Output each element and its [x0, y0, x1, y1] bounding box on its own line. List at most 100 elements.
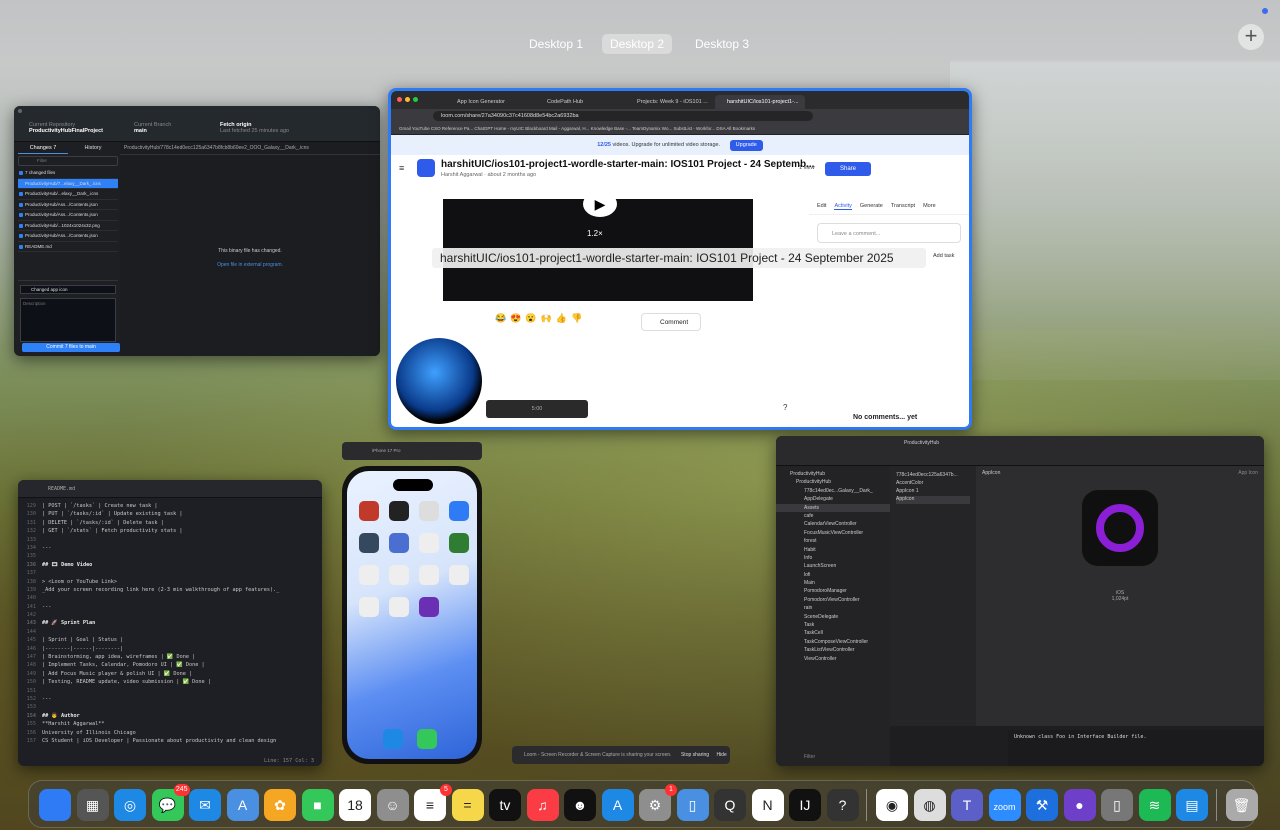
branch-selector[interactable]: main: [134, 128, 147, 134]
code-line[interactable]: 142: [18, 611, 322, 619]
code-line[interactable]: 130 | PUT | `/tasks/:id` | Update existin…: [18, 510, 322, 518]
mail-icon[interactable]: ✉: [189, 789, 221, 821]
github-desktop-window[interactable]: Current Repository ProductivityHubFinalP…: [14, 106, 380, 356]
zoom-icon[interactable]: zoom: [988, 789, 1021, 821]
facetime-icon[interactable]: ■: [301, 789, 334, 821]
spotify-icon[interactable]: ≋: [1138, 789, 1171, 821]
app-icon[interactable]: [419, 565, 439, 585]
loom-camera-bubble[interactable]: [396, 338, 482, 424]
chrome-icon[interactable]: ◉: [876, 789, 908, 821]
code-line[interactable]: 132 | GET | `/stats` | Fetch productivity…: [18, 527, 322, 535]
code-line[interactable]: 147 | Brainstorming, app idea, wireframes…: [18, 653, 322, 661]
stop-sharing-button[interactable]: Stop sharing: [681, 752, 709, 758]
asset-item[interactable]: AppIcon 1: [896, 488, 970, 496]
file-item[interactable]: README.md: [18, 242, 118, 252]
navigator-item[interactable]: forest: [776, 537, 890, 545]
safari-dock-icon[interactable]: [383, 729, 403, 749]
qr-icon[interactable]: Q: [714, 789, 746, 821]
file-item[interactable]: ProductivityHub/...elaxy__Dark_.icns: [18, 189, 118, 200]
safari-icon[interactable]: ◎: [114, 789, 146, 821]
code-line[interactable]: 146 |--------|------|--------|: [18, 645, 322, 653]
file-item[interactable]: ProductivityHub/Ass.../Contents.json: [18, 200, 118, 210]
navigator-item[interactable]: ProductivityHub: [776, 478, 890, 486]
app-icon-preview[interactable]: [1082, 490, 1158, 566]
code-line[interactable]: 141 ---: [18, 603, 322, 611]
code-line[interactable]: 148 | Implement Tasks, Calendar, Pomodoro…: [18, 661, 322, 669]
github-icon[interactable]: ●: [1063, 789, 1096, 821]
add-task-button[interactable]: Add task: [933, 253, 954, 259]
comment-button[interactable]: Comment: [641, 313, 701, 331]
navigator-item[interactable]: FocusMusicViewController: [776, 529, 890, 537]
productivityhub-app-icon[interactable]: [419, 597, 439, 617]
navigator-item[interactable]: PomodoroViewController: [776, 596, 890, 604]
app-icon[interactable]: [389, 565, 409, 585]
asset-item[interactable]: 778c14ed0ecc125a6347b...: [896, 472, 970, 480]
notes-icon[interactable]: =: [451, 789, 484, 821]
navigator-item[interactable]: Main: [776, 579, 890, 587]
code-line[interactable]: 135: [18, 552, 322, 560]
desktop-2-tab[interactable]: Desktop 2: [602, 34, 673, 54]
code-line[interactable]: 149 | Add Focus Music player & polish UI …: [18, 670, 322, 678]
project-navigator[interactable]: ProductivityHub ProductivityHub 778c14ed0e…: [776, 466, 890, 766]
code-line[interactable]: 139 _Add your screen recording link here …: [18, 586, 322, 594]
bookmarks-bar[interactable]: Gmail YouTube CSO Reference Pa... ChatGP…: [391, 123, 969, 135]
loom-recording-controls[interactable]: 5:00: [486, 400, 588, 418]
changed-count[interactable]: 7 changed files: [18, 168, 118, 179]
debug-console[interactable]: Unknown class Foo in Interface Builder f…: [1008, 730, 1264, 766]
browser-tab[interactable]: Projects: Week 9 - iOS101 ...: [625, 95, 709, 109]
code-line[interactable]: 157 CS Student | iOS Developer | Passiona…: [18, 737, 322, 745]
code-line[interactable]: 134 ---: [18, 544, 322, 552]
navigator-item[interactable]: Info: [776, 554, 890, 562]
teams-icon[interactable]: T: [951, 789, 983, 821]
commit-summary-input[interactable]: Changed app icon: [20, 285, 116, 294]
commit-description-input[interactable]: Description: [20, 298, 116, 342]
navigator-item[interactable]: TaskListViewController: [776, 646, 890, 654]
menu-icon[interactable]: ≡: [399, 163, 404, 173]
navigator-item[interactable]: LaunchScreen: [776, 562, 890, 570]
desktop-3-tab[interactable]: Desktop 3: [687, 34, 757, 54]
files-icon[interactable]: ▤: [1176, 789, 1208, 821]
navigator-item[interactable]: 778c14ed0ec...Galaxy__Dark_: [776, 487, 890, 495]
hide-button[interactable]: Hide: [716, 752, 726, 758]
contacts-icon[interactable]: ☺: [376, 789, 409, 821]
address-bar[interactable]: loom.com/share/27a34090c37c41608d8e54bc2…: [433, 111, 813, 121]
navigator-item[interactable]: CalendarViewController: [776, 520, 890, 528]
trash-icon[interactable]: 🗑: [1225, 789, 1258, 821]
app-icon[interactable]: [419, 533, 439, 553]
app-icon[interactable]: [389, 501, 409, 521]
navigator-filter[interactable]: Filter: [804, 754, 815, 760]
help-icon[interactable]: ?: [826, 789, 859, 821]
messages-dock-icon[interactable]: [417, 729, 437, 749]
file-item[interactable]: ProductivityHub/7...elaxy__Dark_.icns: [18, 178, 118, 189]
code-line[interactable]: 138 > <Loom or YouTube Link>: [18, 578, 322, 586]
share-button[interactable]: Share: [825, 162, 871, 176]
code-line[interactable]: 156 University of Illinois Chicago: [18, 729, 322, 737]
commit-button[interactable]: Commit 7 files to main: [22, 343, 120, 352]
iphone-simulator[interactable]: [342, 466, 482, 764]
navigator-item[interactable]: SceneDelegate: [776, 613, 890, 621]
upgrade-button[interactable]: Upgrade: [729, 140, 763, 151]
open-external-link[interactable]: Open file in external program.: [120, 262, 380, 268]
navigator-item[interactable]: cafe: [776, 512, 890, 520]
navigator-item[interactable]: ViewController: [776, 655, 890, 663]
finder-icon[interactable]: [39, 789, 71, 821]
music-icon[interactable]: ♫: [526, 789, 559, 821]
app-icon[interactable]: [449, 565, 469, 585]
tab-activity[interactable]: Activity: [834, 203, 852, 210]
navigator-item[interactable]: Assets: [776, 503, 890, 512]
filter-input[interactable]: Filter: [18, 156, 118, 166]
app-icon[interactable]: [359, 597, 379, 617]
navigator-item[interactable]: ProductivityHub: [776, 470, 890, 478]
code-line[interactable]: 145 | Sprint | Goal | Status |: [18, 636, 322, 644]
launchpad-icon[interactable]: ▦: [76, 789, 109, 821]
code-line[interactable]: 151: [18, 687, 322, 695]
navigator-item[interactable]: lofi: [776, 571, 890, 579]
tab-edit[interactable]: Edit: [817, 203, 826, 210]
reaction-bar[interactable]: 😂😍😮🙌👍👎: [495, 313, 586, 324]
code-line[interactable]: 152 ---: [18, 695, 322, 703]
xcode-window[interactable]: ProductivityHub ProductivityHub Productiv…: [776, 436, 1264, 766]
code-line[interactable]: 155 **Harshit Aggarwal**: [18, 720, 322, 728]
simulator-icon[interactable]: ▯: [1101, 789, 1133, 821]
browser-tab-active[interactable]: harshitUIC/ios101-project1-...: [715, 95, 805, 109]
browser-tab[interactable]: App Icon Generator: [445, 95, 529, 109]
